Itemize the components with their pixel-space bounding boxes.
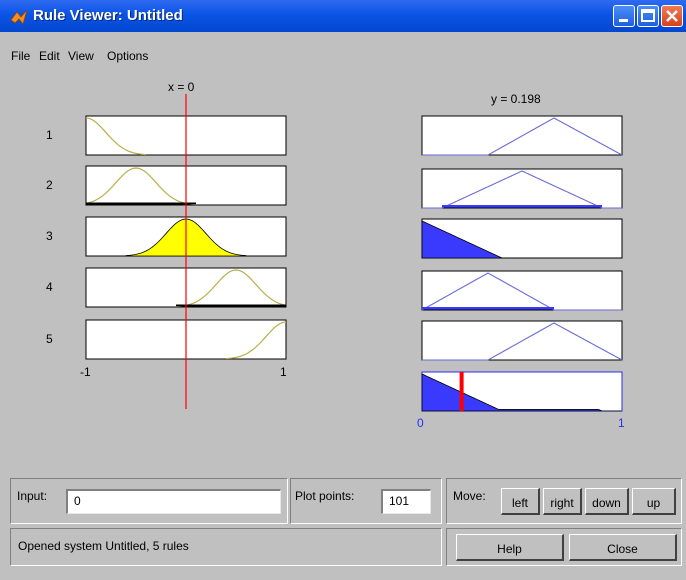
move-group: Move: left right down up — [446, 478, 682, 524]
maximize-icon — [641, 9, 655, 22]
plot-points-label: Plot points: — [295, 489, 355, 503]
minimize-icon — [619, 19, 628, 22]
status-text: Opened system Untitled, 5 rules — [18, 539, 189, 553]
output-mf-area-4 — [422, 307, 554, 310]
move-up-button[interactable]: up — [632, 488, 676, 515]
menu-bar: File Edit View Options — [0, 32, 686, 66]
minimize-button[interactable] — [613, 5, 635, 27]
rule-viewer-window: Rule Viewer: Untitled File Edit View Opt… — [0, 0, 686, 580]
control-panel: Input: 0 Plot points: 101 Move: left rig… — [0, 466, 686, 580]
close-button[interactable]: Close — [569, 534, 677, 561]
rule-plot-area: x = 0 y = 0.198 1 2 3 4 5 -1 1 0 1 — [0, 66, 686, 466]
input-field[interactable]: 0 — [66, 489, 281, 514]
move-left-button[interactable]: left — [501, 488, 540, 515]
menu-options[interactable]: Options — [107, 49, 148, 63]
menu-file[interactable]: File — [11, 49, 30, 63]
maximize-button[interactable] — [637, 5, 659, 27]
output-mf-box-4 — [421, 270, 623, 311]
input-mf-area-4 — [176, 304, 286, 307]
input-label: Input: — [17, 489, 48, 503]
move-down-button[interactable]: down — [585, 488, 629, 515]
plot-points-group: Plot points: 101 — [290, 478, 442, 524]
input-mf-area-2 — [86, 202, 196, 205]
move-right-button[interactable]: right — [543, 488, 582, 515]
rule-plots — [85, 94, 623, 412]
status-bar: Opened system Untitled, 5 rules — [10, 528, 442, 566]
help-close-group: Help Close — [446, 528, 682, 566]
window-title: Rule Viewer: Untitled — [33, 7, 183, 24]
help-button[interactable]: Help — [456, 534, 564, 561]
title-bar[interactable]: Rule Viewer: Untitled — [0, 0, 686, 32]
menu-view[interactable]: View — [68, 49, 94, 63]
plot-points-field[interactable]: 101 — [381, 489, 431, 514]
close-icon — [666, 10, 678, 22]
output-mf-area-2 — [442, 205, 602, 208]
move-label: Move: — [453, 489, 486, 503]
output-mf-box-2 — [421, 168, 623, 209]
close-window-button[interactable] — [661, 5, 683, 27]
matlab-icon — [10, 9, 28, 25]
menu-edit[interactable]: Edit — [39, 49, 60, 63]
input-group: Input: 0 — [10, 478, 288, 524]
